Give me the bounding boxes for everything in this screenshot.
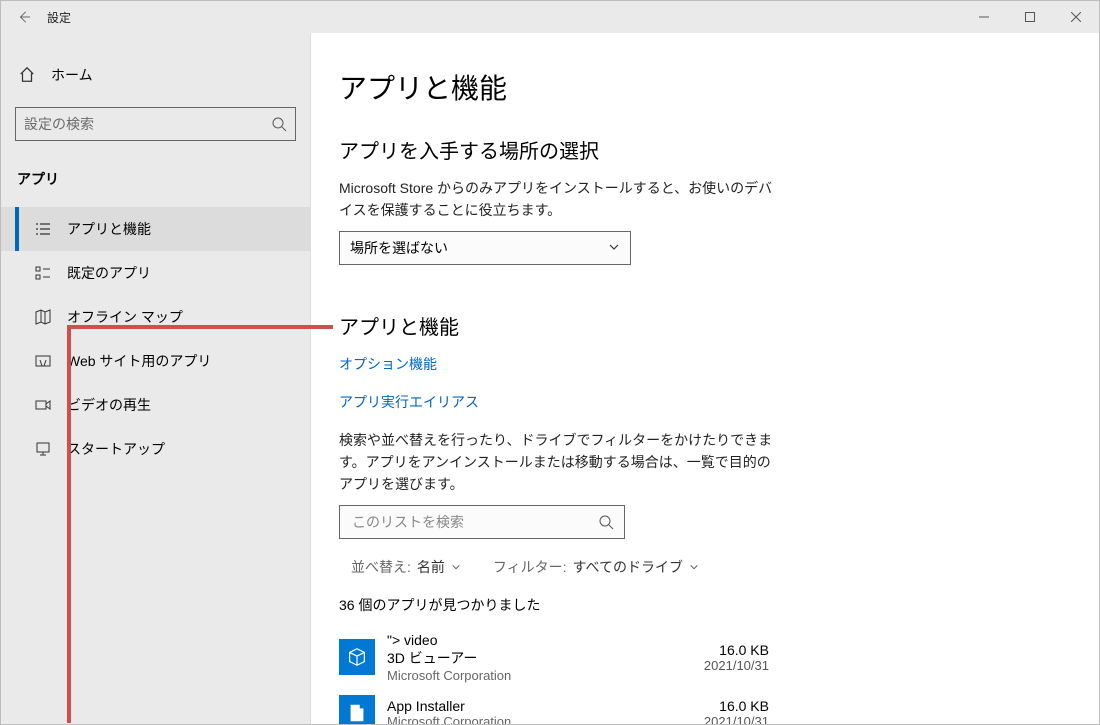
website-apps-icon bbox=[33, 353, 53, 369]
settings-search-input[interactable] bbox=[16, 116, 263, 132]
sidebar-item-offline-maps[interactable]: オフライン マップ bbox=[1, 295, 310, 339]
sidebar-item-website-apps[interactable]: Web サイト用のアプリ bbox=[1, 339, 310, 383]
sort-control[interactable]: 並べ替え: 名前 bbox=[351, 557, 461, 577]
sidebar: ホーム アプリ アプリと機能 既定の bbox=[1, 33, 311, 724]
sidebar-item-startup[interactable]: スタートアップ bbox=[1, 427, 310, 471]
chevron-down-icon bbox=[689, 559, 699, 575]
home-icon bbox=[17, 66, 37, 84]
map-icon bbox=[33, 309, 53, 325]
app-row[interactable]: "> video 3D ビューアー Microsoft Corporation … bbox=[339, 629, 769, 685]
app-installer-icon bbox=[339, 695, 375, 724]
sidebar-item-label: ビデオの再生 bbox=[67, 395, 151, 415]
app-row[interactable]: App Installer Microsoft Corporation 16.0… bbox=[339, 685, 769, 724]
close-icon bbox=[1071, 12, 1081, 22]
sort-value: 名前 bbox=[417, 557, 445, 577]
optional-features-link[interactable]: オプション機能 bbox=[339, 354, 1071, 374]
sidebar-section-heading: アプリ bbox=[1, 161, 310, 197]
app-publisher: Microsoft Corporation bbox=[387, 714, 704, 724]
search-icon bbox=[592, 514, 620, 530]
window-controls bbox=[961, 1, 1099, 33]
sidebar-item-label: 既定のアプリ bbox=[67, 263, 151, 283]
chevron-down-icon bbox=[608, 240, 620, 256]
sidebar-item-apps-features[interactable]: アプリと機能 bbox=[1, 207, 310, 251]
minimize-icon bbox=[979, 12, 989, 22]
sort-label: 並べ替え: bbox=[351, 557, 411, 577]
app-size: 16.0 KB bbox=[704, 698, 769, 714]
app-list-search-input[interactable] bbox=[350, 513, 592, 531]
maximize-icon bbox=[1025, 12, 1035, 22]
app-name: 3D ビューアー bbox=[387, 648, 704, 668]
sidebar-item-label: Web サイト用のアプリ bbox=[67, 351, 211, 371]
source-select[interactable]: 場所を選ばない bbox=[339, 231, 631, 265]
app-date: 2021/10/31 bbox=[704, 714, 769, 724]
apps-heading: アプリと機能 bbox=[339, 311, 1071, 340]
app-size: 16.0 KB bbox=[704, 642, 769, 658]
main-panel: アプリと機能 アプリを入手する場所の選択 Microsoft Store からの… bbox=[311, 33, 1099, 724]
close-button[interactable] bbox=[1053, 1, 1099, 33]
settings-search[interactable] bbox=[15, 107, 296, 141]
defaults-icon bbox=[33, 265, 53, 281]
app-date: 2021/10/31 bbox=[704, 658, 769, 673]
source-description: Microsoft Store からのみアプリをインストールすると、お使いのデバ… bbox=[339, 178, 779, 221]
settings-window: 設定 ホーム bbox=[0, 0, 1100, 725]
selection-indicator bbox=[15, 207, 19, 251]
home-button[interactable]: ホーム bbox=[1, 57, 310, 93]
home-label: ホーム bbox=[51, 65, 93, 85]
startup-icon bbox=[33, 441, 53, 457]
minimize-button[interactable] bbox=[961, 1, 1007, 33]
titlebar: 設定 bbox=[1, 1, 1099, 33]
video-icon bbox=[33, 397, 53, 413]
sidebar-item-label: スタートアップ bbox=[67, 439, 165, 459]
filter-control[interactable]: フィルター: すべてのドライブ bbox=[493, 557, 699, 577]
source-heading: アプリを入手する場所の選択 bbox=[339, 135, 1071, 164]
list-description: 検索や並べ替えを行ったり、ドライブでフィルターをかけたりできます。アプリをアンイ… bbox=[339, 430, 779, 495]
app-aliases-link[interactable]: アプリ実行エイリアス bbox=[339, 392, 1071, 412]
sidebar-item-video-playback[interactable]: ビデオの再生 bbox=[1, 383, 310, 427]
filter-value: すべてのドライブ bbox=[573, 557, 683, 577]
sidebar-item-label: アプリと機能 bbox=[67, 219, 151, 239]
maximize-button[interactable] bbox=[1007, 1, 1053, 33]
window-title: 設定 bbox=[47, 9, 71, 26]
back-button[interactable] bbox=[1, 1, 47, 33]
page-title: アプリと機能 bbox=[339, 67, 1071, 107]
filter-label: フィルター: bbox=[493, 557, 567, 577]
sort-filter-row: 並べ替え: 名前 フィルター: すべてのドライブ bbox=[351, 557, 1071, 577]
app-publisher: Microsoft Corporation bbox=[387, 668, 704, 683]
search-icon bbox=[263, 116, 295, 132]
source-select-value: 場所を選ばない bbox=[350, 238, 448, 258]
app-list-search[interactable] bbox=[339, 505, 625, 539]
app-name: App Installer bbox=[387, 698, 704, 714]
arrow-left-icon bbox=[17, 10, 31, 24]
chevron-down-icon bbox=[451, 559, 461, 575]
app-count: 36 個のアプリが見つかりました bbox=[339, 595, 1071, 615]
sidebar-item-default-apps[interactable]: 既定のアプリ bbox=[1, 251, 310, 295]
3d-viewer-icon bbox=[339, 639, 375, 675]
apps-list-icon bbox=[33, 221, 53, 237]
sidebar-item-label: オフライン マップ bbox=[67, 307, 183, 327]
